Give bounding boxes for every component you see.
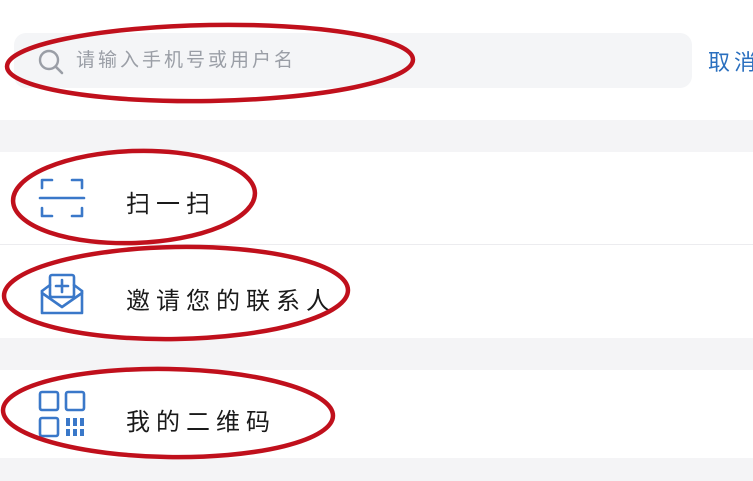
menu-item-scan[interactable]: 扫一扫 bbox=[0, 152, 753, 244]
section-divider bbox=[0, 458, 753, 481]
section-divider bbox=[0, 338, 753, 370]
menu-item-invite-contacts[interactable]: 邀请您的联系人 bbox=[0, 245, 753, 338]
search-box[interactable] bbox=[14, 33, 692, 88]
menu-item-label: 我的二维码 bbox=[126, 408, 276, 436]
cancel-button[interactable]: 取消 bbox=[708, 44, 753, 78]
envelope-plus-icon bbox=[40, 273, 84, 315]
search-input[interactable] bbox=[76, 42, 636, 78]
scan-icon bbox=[38, 178, 86, 218]
menu-item-label: 扫一扫 bbox=[126, 190, 216, 218]
menu-item-my-qr-code[interactable]: 我的二维码 bbox=[0, 370, 753, 458]
search-header: 取消 bbox=[0, 0, 753, 120]
section-divider bbox=[0, 120, 753, 152]
menu-item-label: 邀请您的联系人 bbox=[126, 287, 336, 315]
search-icon bbox=[38, 49, 64, 75]
qr-code-icon bbox=[38, 390, 86, 438]
